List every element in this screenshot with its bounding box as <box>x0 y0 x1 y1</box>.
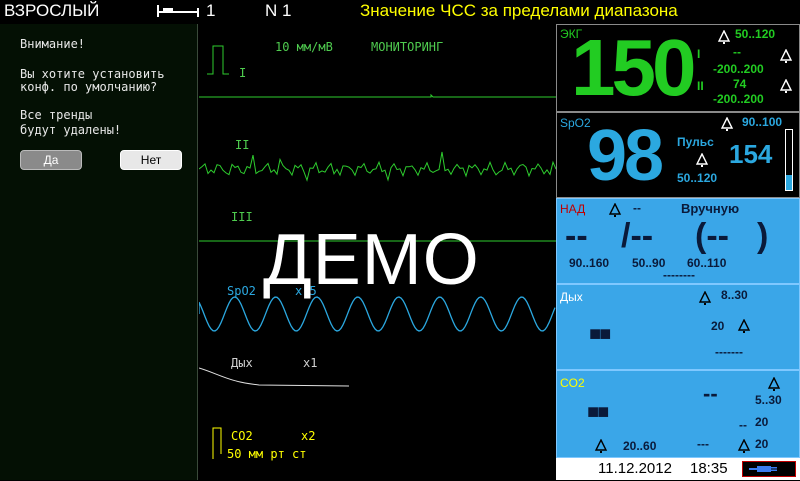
waveform-area[interactable]: 10 мм/мВ МОНИТОРИНГ I II III SpO2 x 5 Ды… <box>199 24 556 480</box>
etco2-limits: 5..30 <box>755 393 782 407</box>
nibp-dia-limits: 50..90 <box>632 256 666 270</box>
resp-apnea-value: 20 <box>711 319 725 333</box>
heart-rate-value: 150 <box>571 23 697 112</box>
co2-rr-limit: 20 <box>755 437 769 451</box>
co2-parameter-panel[interactable]: CO2 -- 5..30 ■■ -- 20 20..60 --- 20 <box>556 370 800 458</box>
bed-icon <box>155 3 201 23</box>
st-i-alarm-bell-icon <box>779 48 793 68</box>
spo2-alarm-bell-icon <box>720 116 734 136</box>
yes-button[interactable]: Да <box>20 150 82 170</box>
nibp-alarm-bell-icon <box>608 202 622 222</box>
time-display: 18:35 <box>690 460 728 477</box>
spo2-value: 98 <box>587 116 664 196</box>
co2-wave-scale[interactable]: 50 мм рт ст <box>227 447 306 461</box>
hr-limits: 50..120 <box>735 27 776 41</box>
nibp-systolic: -- <box>565 217 588 255</box>
dialog-note-line1: Все тренды <box>20 108 93 122</box>
etco2-value: -- <box>703 381 718 406</box>
resp-parameter-panel[interactable]: Дых 8..30 ■■ 20 ------- <box>556 284 800 370</box>
rr-alarm-bell-icon <box>594 438 608 458</box>
ecg-parameter-panel[interactable]: ЭКГ 150 50..120 I -- -200..200 II 74 -20… <box>556 24 800 112</box>
fico2-value: -- <box>739 418 747 432</box>
perfusion-bar <box>785 129 793 191</box>
st-ii-alarm-bell-icon <box>779 78 793 98</box>
nibp-label: НАД <box>560 202 586 216</box>
co2-wave-label[interactable]: CO2 <box>231 429 253 443</box>
patient-mode[interactable]: ВЗРОСЛЫЙ <box>4 1 99 21</box>
pulse-label: Пульс <box>677 135 714 149</box>
co2-rr-value: --- <box>697 437 709 451</box>
st-lead-i-label: I <box>697 47 701 61</box>
resp-wave-label[interactable]: Дых <box>231 356 253 370</box>
power-plug-icon[interactable] <box>742 461 796 477</box>
resp-alarm-bell-icon <box>698 290 712 310</box>
ecg-lead-ii-label[interactable]: II <box>235 138 249 152</box>
st-lead-ii-label: II <box>697 79 704 93</box>
monitor-mode-label[interactable]: МОНИТОРИНГ <box>371 40 443 54</box>
nibp-diastolic: /-- <box>621 217 654 255</box>
reset-config-dialog: Внимание! Вы хотите установить конф. по … <box>0 24 198 480</box>
co2-value: ■■ <box>587 401 609 423</box>
bed-number: 1 <box>206 1 216 20</box>
nibp-parameter-panel[interactable]: НАД -- Вручную -- /-- (-- ) 90..160 50..… <box>556 198 800 284</box>
co2-label: CO2 <box>560 376 585 390</box>
nibp-mode: Вручную <box>681 201 740 216</box>
st-ii-limits: -200..200 <box>713 92 764 106</box>
nibp-alarm-value: -- <box>633 201 641 215</box>
nibp-mean: (-- <box>695 217 729 255</box>
hr-alarm-bell-icon <box>717 29 731 49</box>
no-button[interactable]: Нет <box>120 150 182 170</box>
ecg-lead-i-label[interactable]: I <box>239 66 246 80</box>
fi-alarm-bell-icon <box>737 438 751 458</box>
alarm-message[interactable]: Значение ЧСС за пределами диапазона <box>360 1 678 21</box>
resp-wave-gain[interactable]: x1 <box>303 356 317 370</box>
ecg-scale-label[interactable]: 10 мм/мВ <box>275 40 333 54</box>
nibp-time: -------- <box>663 268 695 282</box>
nibp-mean-close: ) <box>757 217 769 255</box>
pulse-alarm-bell-icon <box>695 152 709 172</box>
dialog-question-line2: конф. по умолчанию? <box>20 80 158 94</box>
spo2-limits: 90..100 <box>742 115 783 129</box>
pulse-limits: 50..120 <box>677 171 718 185</box>
dialog-warning-title: Внимание! <box>20 37 86 51</box>
apnea-alarm-bell-icon <box>737 318 751 338</box>
network-id: N 1 <box>265 1 292 20</box>
ecg-lead-iii-label[interactable]: III <box>231 210 253 224</box>
perfusion-fill <box>786 175 792 190</box>
resp-value: ■■ <box>589 323 611 345</box>
fico2-limit: 20 <box>755 415 769 429</box>
st-ii-value: 74 <box>733 77 747 91</box>
co2-wave-gain[interactable]: x2 <box>301 429 315 443</box>
date-display: 11.12.2012 <box>598 460 672 477</box>
status-strip: 11.12.2012 18:35 <box>556 458 800 480</box>
resp-label: Дых <box>560 290 583 304</box>
top-status-bar: ВЗРОСЛЫЙ 1 N 1 Значение ЧСС за пределами… <box>0 0 800 24</box>
demo-watermark: ДЕМО <box>263 220 480 300</box>
spo2-wave-label[interactable]: SpO2 <box>227 284 256 298</box>
dialog-note-line2: будут удалены! <box>20 123 122 137</box>
resp-dashes: ------- <box>715 345 743 359</box>
pulse-value: 154 <box>729 139 773 169</box>
st-i-value: -- <box>733 45 741 59</box>
resp-limits: 8..30 <box>721 288 748 302</box>
nibp-sys-limits: 90..160 <box>569 256 610 270</box>
st-i-limits: -200..200 <box>713 62 764 76</box>
co2-rr-limits: 20..60 <box>623 439 657 453</box>
spo2-parameter-panel[interactable]: SpO2 98 90..100 Пульс 154 50..120 <box>556 112 800 198</box>
